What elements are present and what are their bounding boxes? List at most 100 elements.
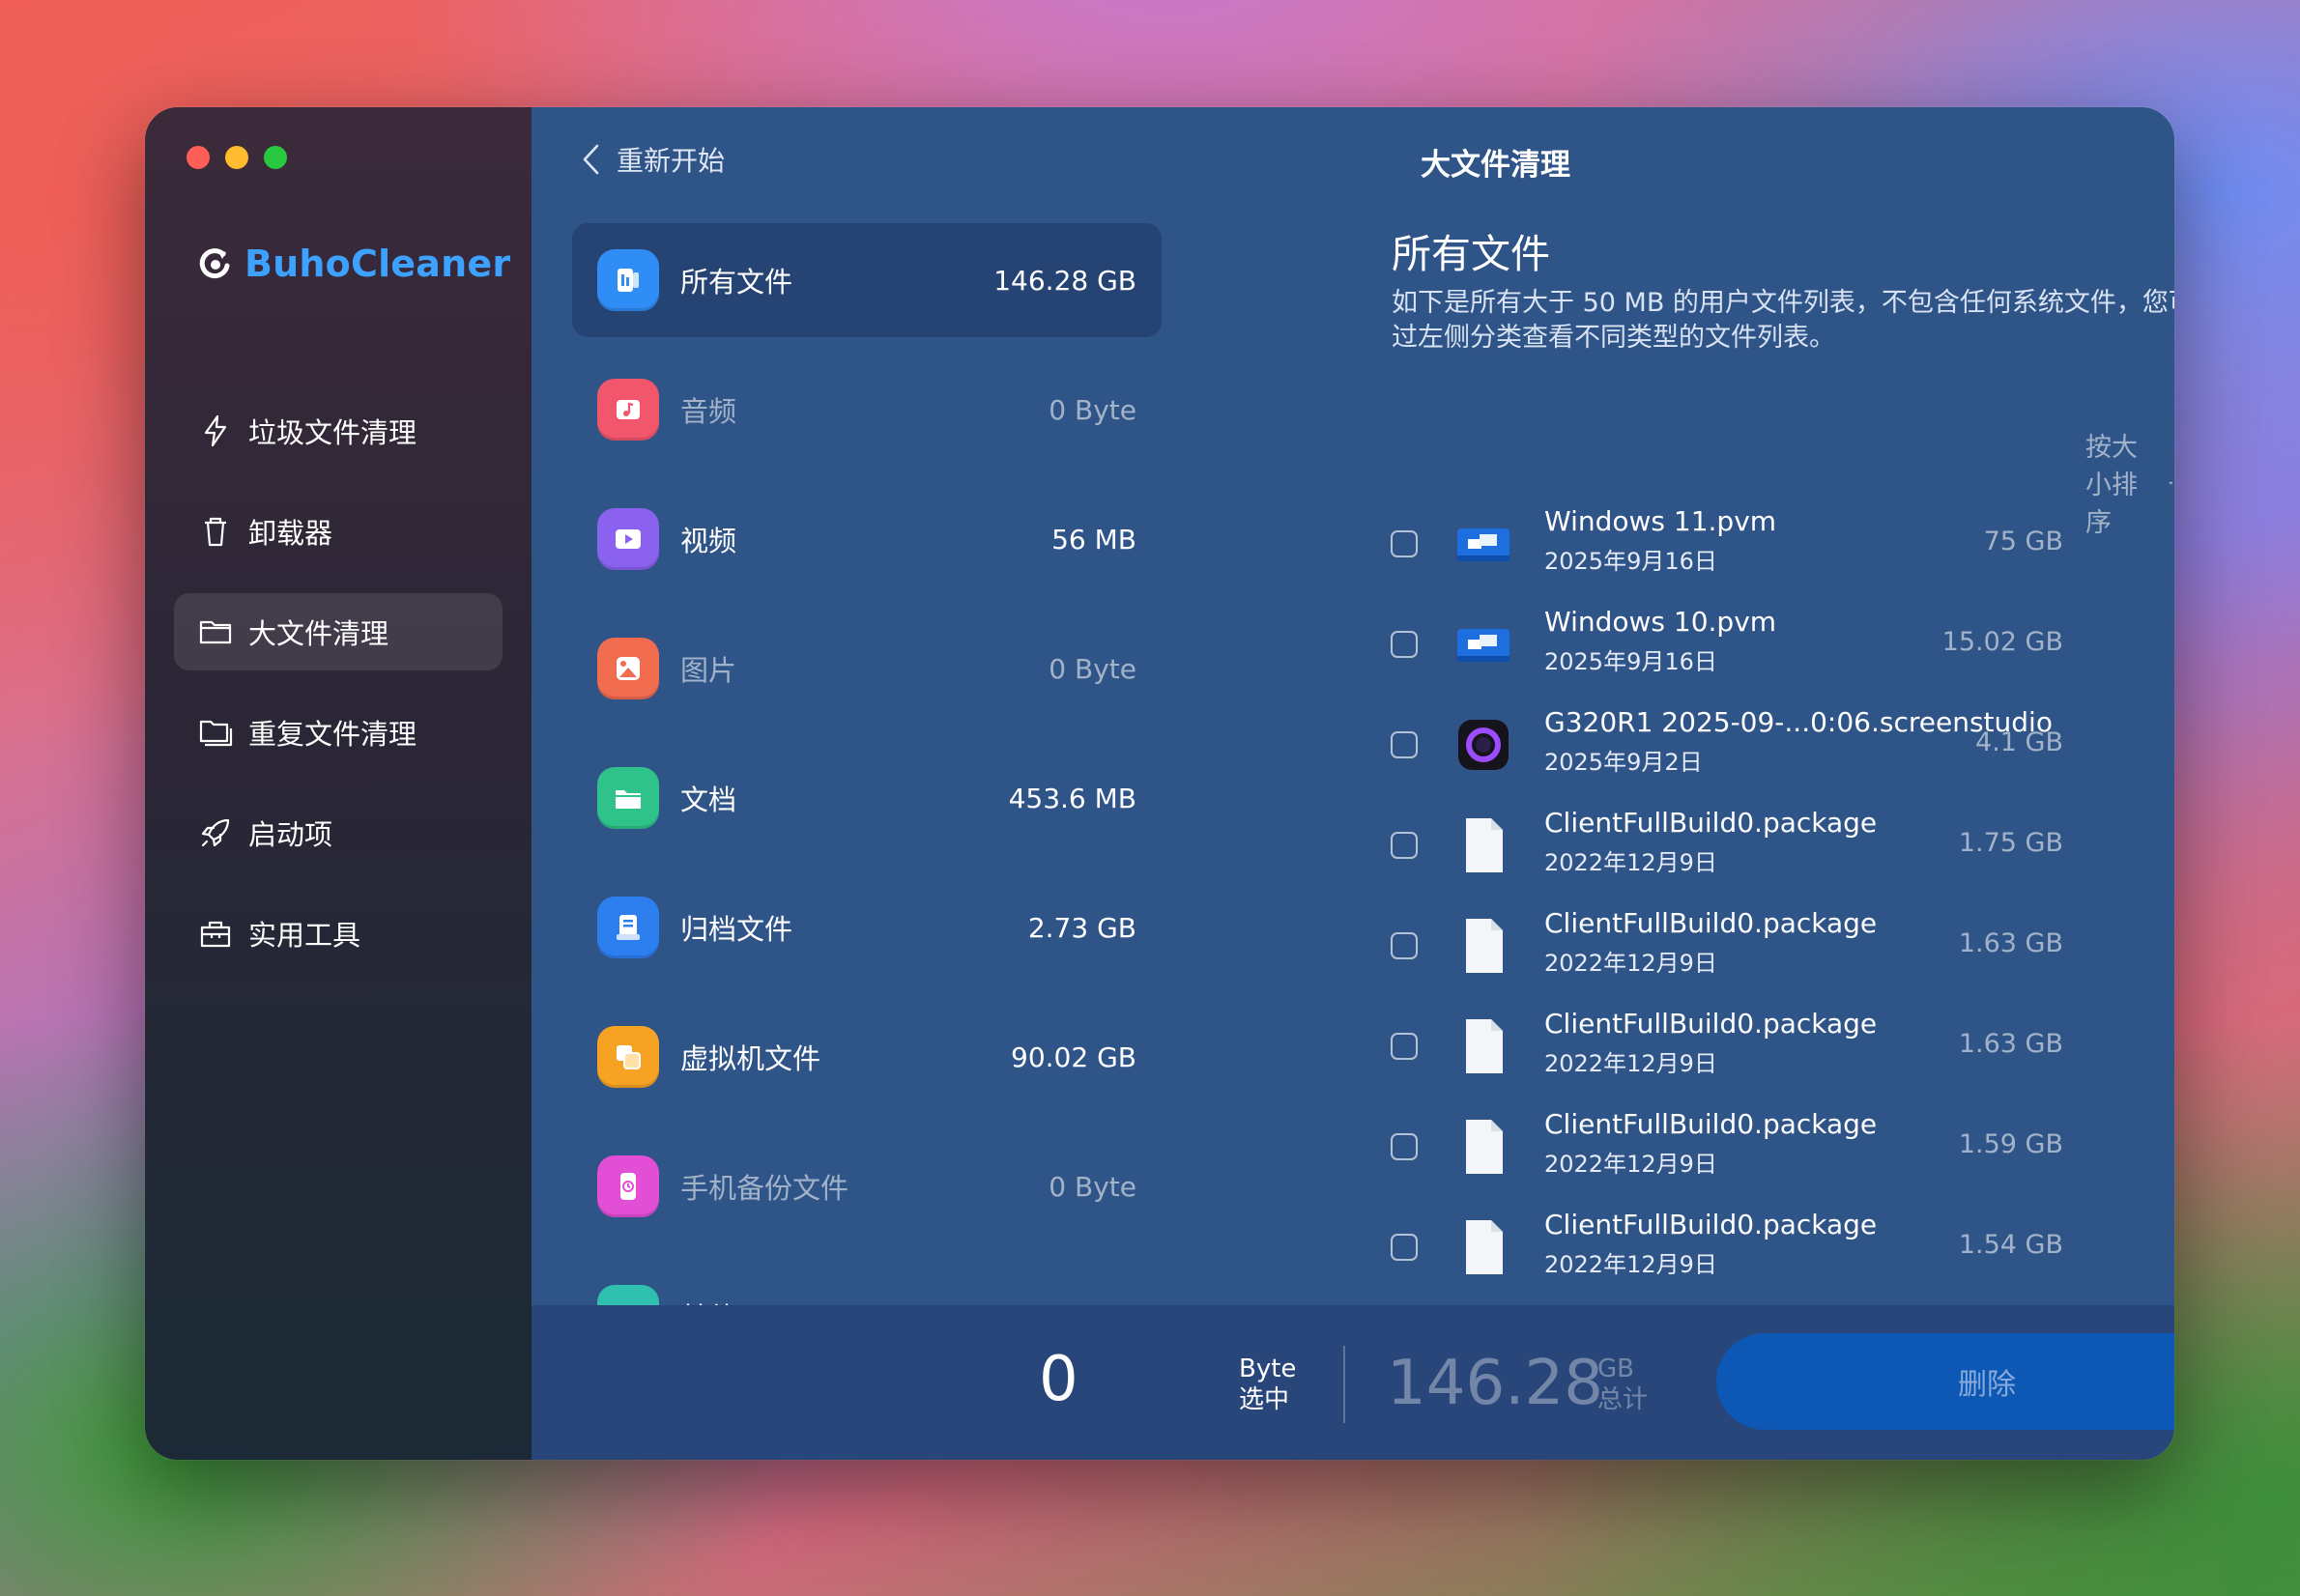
trash-icon (205, 517, 226, 547)
file-size: 1.63 GB (1958, 928, 2063, 958)
file-date: 2025年9月16日 (1544, 648, 1717, 675)
file-name: ClientFullBuild0.package (1544, 1008, 1878, 1040)
phone-backup-icon (597, 1155, 659, 1217)
sidebar-item-label: 大文件清理 (248, 617, 389, 650)
file-size: 75 GB (1983, 527, 2063, 556)
toolbox-icon (200, 921, 231, 948)
file-name: ClientFullBuild0.package (1544, 1108, 1878, 1140)
archive-icon (597, 897, 659, 958)
file-row[interactable]: G320R1 2025-09-...0:06.screenstudio 2025… (1387, 702, 2063, 803)
footer-bar: 0 Byte 选中 146.28 GB 总计 删除 (532, 1305, 2174, 1460)
file-row[interactable]: Windows 11.pvm 2025年9月16日 75 GB (1387, 501, 2063, 602)
zoom-window-button[interactable] (264, 146, 287, 169)
total-size-value: 146.28 (1387, 1348, 1603, 1419)
file-icon (1466, 818, 1503, 872)
file-row[interactable]: Windows 10.pvm 2025年9月16日 15.02 GB (1387, 602, 2063, 702)
brand-logo-icon (199, 248, 230, 279)
document-icon (597, 767, 659, 829)
video-icon (597, 508, 659, 570)
total-size-label: 总计 (1597, 1385, 1649, 1414)
chevron-left-icon (583, 144, 599, 175)
category-name: 手机备份文件 (680, 1172, 849, 1205)
bolt-icon (204, 414, 227, 447)
app-window: BuhoCleaner 垃圾文件清理 卸载器 大文件清理 重复文件清理 启动项 (145, 107, 2174, 1460)
selected-size-caption: Byte 选中 (1239, 1354, 1296, 1415)
sort-dropdown[interactable]: 按大小排序 (2085, 426, 2174, 539)
minimize-window-button[interactable] (225, 146, 248, 169)
sidebar-nav: 垃圾文件清理 卸载器 大文件清理 重复文件清理 启动项 实用工具 (174, 392, 503, 995)
page-title: 大文件清理 (1421, 148, 1570, 183)
file-size: 15.02 GB (1941, 627, 2063, 657)
sidebar-item-label: 重复文件清理 (248, 718, 417, 751)
main-panel: 重新开始 大文件清理 所有文件 146.28 GB 音频 0 Byte 视频 5… (532, 107, 2174, 1460)
category-name: 虚拟机文件 (680, 1042, 821, 1075)
file-row[interactable]: ClientFullBuild0.package 2022年12月9日 1.75… (1387, 803, 2063, 903)
category-all-files[interactable]: 所有文件 146.28 GB (572, 223, 1162, 337)
category-name: 视频 (680, 525, 737, 557)
file-size: 4.1 GB (1975, 727, 2063, 757)
category-documents[interactable]: 文档 453.6 MB (572, 741, 1162, 855)
file-checkbox[interactable] (1391, 1033, 1418, 1060)
category-size: 56 MB (1051, 523, 1136, 556)
window-controls (187, 146, 287, 169)
sidebar-item-large-files[interactable]: 大文件清理 (174, 593, 503, 670)
file-list[interactable]: Windows 11.pvm 2025年9月16日 75 GB Windows … (1387, 501, 2063, 1410)
file-row[interactable]: ClientFullBuild0.package 2022年12月9日 1.59… (1387, 1104, 2063, 1205)
file-row[interactable]: ClientFullBuild0.package 2022年12月9日 1.63… (1387, 903, 2063, 1004)
sidebar-item-junk-cleaner[interactable]: 垃圾文件清理 (174, 392, 503, 470)
category-size: 0 Byte (1049, 652, 1136, 685)
file-checkbox[interactable] (1391, 832, 1418, 859)
file-row[interactable]: ClientFullBuild0.package 2022年12月9日 1.63… (1387, 1004, 2063, 1104)
detail-description: 如下是所有大于 50 MB 的用户文件列表，不包含任何系统文件，您可以通过左侧分… (1392, 288, 2174, 353)
file-checkbox[interactable] (1391, 631, 1418, 658)
file-name: ClientFullBuild0.package (1544, 807, 1878, 839)
screenstudio-icon (1458, 720, 1509, 770)
category-size: 2.73 GB (1027, 911, 1136, 944)
category-vm-files[interactable]: 虚拟机文件 90.02 GB (572, 1000, 1162, 1114)
selected-size-value: 0 (1039, 1344, 1078, 1415)
selected-size-label: 选中 (1239, 1385, 1290, 1414)
file-date: 2025年9月16日 (1544, 548, 1717, 575)
file-row[interactable]: ClientFullBuild0.package 2022年12月9日 1.54… (1387, 1205, 2063, 1305)
file-checkbox[interactable] (1391, 1234, 1418, 1261)
sidebar-item-duplicates[interactable]: 重复文件清理 (174, 694, 503, 771)
category-name: 文档 (680, 784, 737, 816)
folders-icon (199, 720, 233, 747)
total-size-caption: GB 总计 (1597, 1354, 1648, 1415)
category-images[interactable]: 图片 0 Byte (572, 612, 1162, 726)
sort-label: 按大小排序 (2085, 433, 2138, 538)
file-size: 1.59 GB (1958, 1129, 2063, 1159)
sidebar-item-label: 垃圾文件清理 (248, 416, 417, 449)
file-name: ClientFullBuild0.package (1544, 907, 1878, 939)
selected-size-unit: Byte (1239, 1354, 1297, 1383)
restart-button[interactable]: 重新开始 (580, 140, 725, 179)
sidebar-item-uninstaller[interactable]: 卸载器 (174, 493, 503, 570)
file-checkbox[interactable] (1391, 1133, 1418, 1160)
file-checkbox[interactable] (1391, 932, 1418, 959)
file-name: ClientFullBuild0.package (1544, 1209, 1878, 1240)
close-window-button[interactable] (187, 146, 210, 169)
sidebar-item-toolkit[interactable]: 实用工具 (174, 895, 503, 972)
file-date: 2022年12月9日 (1544, 950, 1717, 977)
file-name: Windows 11.pvm (1544, 505, 1777, 537)
category-audio[interactable]: 音频 0 Byte (572, 353, 1162, 467)
file-checkbox[interactable] (1391, 731, 1418, 758)
rocket-icon (201, 818, 230, 847)
category-name: 图片 (680, 654, 737, 687)
category-name: 所有文件 (680, 266, 793, 299)
sidebar-item-startup[interactable]: 启动项 (174, 794, 503, 871)
total-size-unit: GB (1597, 1354, 1634, 1383)
file-checkbox[interactable] (1391, 530, 1418, 557)
sidebar-item-label: 实用工具 (248, 919, 361, 952)
file-size: 1.63 GB (1958, 1029, 2063, 1059)
category-list[interactable]: 所有文件 146.28 GB 音频 0 Byte 视频 56 MB 图片 0 B… (572, 223, 1162, 1411)
image-icon (597, 638, 659, 699)
sidebar: BuhoCleaner 垃圾文件清理 卸载器 大文件清理 重复文件清理 启动项 (145, 107, 532, 1460)
category-size: 0 Byte (1049, 1170, 1136, 1203)
brand-name: BuhoCleaner (244, 242, 511, 285)
file-size: 1.75 GB (1958, 828, 2063, 858)
category-video[interactable]: 视频 56 MB (572, 482, 1162, 596)
category-phone-backup[interactable]: 手机备份文件 0 Byte (572, 1129, 1162, 1243)
delete-button[interactable]: 删除 (1716, 1333, 2174, 1430)
category-archives[interactable]: 归档文件 2.73 GB (572, 870, 1162, 984)
